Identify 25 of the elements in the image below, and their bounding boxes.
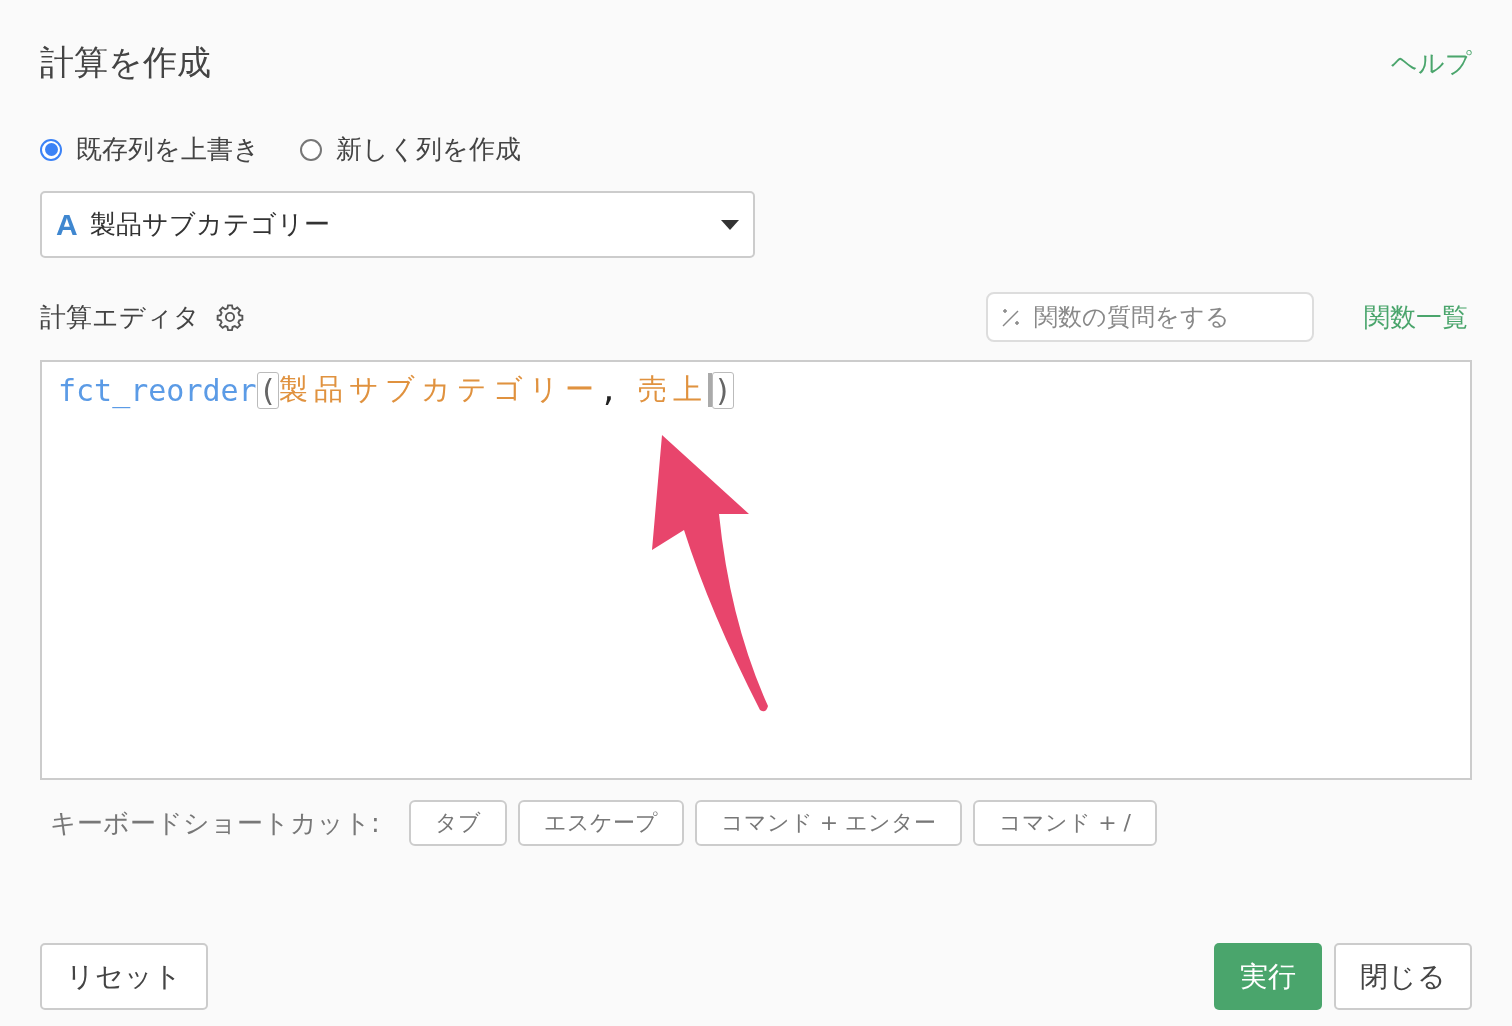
code-editor[interactable]: fct_reorder(製品サブカテゴリー, 売上 ) bbox=[40, 360, 1472, 780]
shortcut-key: エスケープ bbox=[517, 800, 684, 846]
dropdown-value: 製品サブカテゴリー bbox=[89, 208, 331, 241]
shortcut-key: コマンド + エンター bbox=[694, 800, 963, 846]
mode-radio[interactable]: 既存列を上書き bbox=[40, 132, 260, 167]
shortcut-key: コマンド + / bbox=[973, 800, 1158, 846]
shortcuts-label: キーボードショートカット: bbox=[50, 806, 380, 840]
editor-label: 計算エディタ bbox=[40, 300, 200, 334]
code-paren: ( bbox=[256, 371, 279, 409]
column-dropdown[interactable]: A 製品サブカテゴリー bbox=[40, 191, 755, 258]
close-button[interactable]: 閉じる bbox=[1334, 943, 1472, 1010]
code-function: fct_reorder bbox=[58, 372, 257, 408]
settings-icon[interactable] bbox=[216, 303, 244, 331]
caret-icon bbox=[721, 219, 739, 230]
mode-radio[interactable]: 新しく列を作成 bbox=[300, 132, 521, 167]
code-column: 製品サブカテゴリー bbox=[278, 370, 600, 410]
text-cursor bbox=[707, 373, 712, 407]
dialog-title: 計算を作成 bbox=[40, 41, 211, 84]
shortcut-key: タブ bbox=[408, 800, 507, 846]
function-question-field[interactable]: 関数の質問をする bbox=[986, 292, 1314, 342]
code-column: 売上 bbox=[637, 370, 708, 410]
code-comma: , bbox=[599, 372, 618, 408]
text-type-icon: A bbox=[56, 207, 78, 242]
reset-button[interactable]: リセット bbox=[40, 943, 208, 1010]
code-paren: ) bbox=[711, 371, 734, 409]
